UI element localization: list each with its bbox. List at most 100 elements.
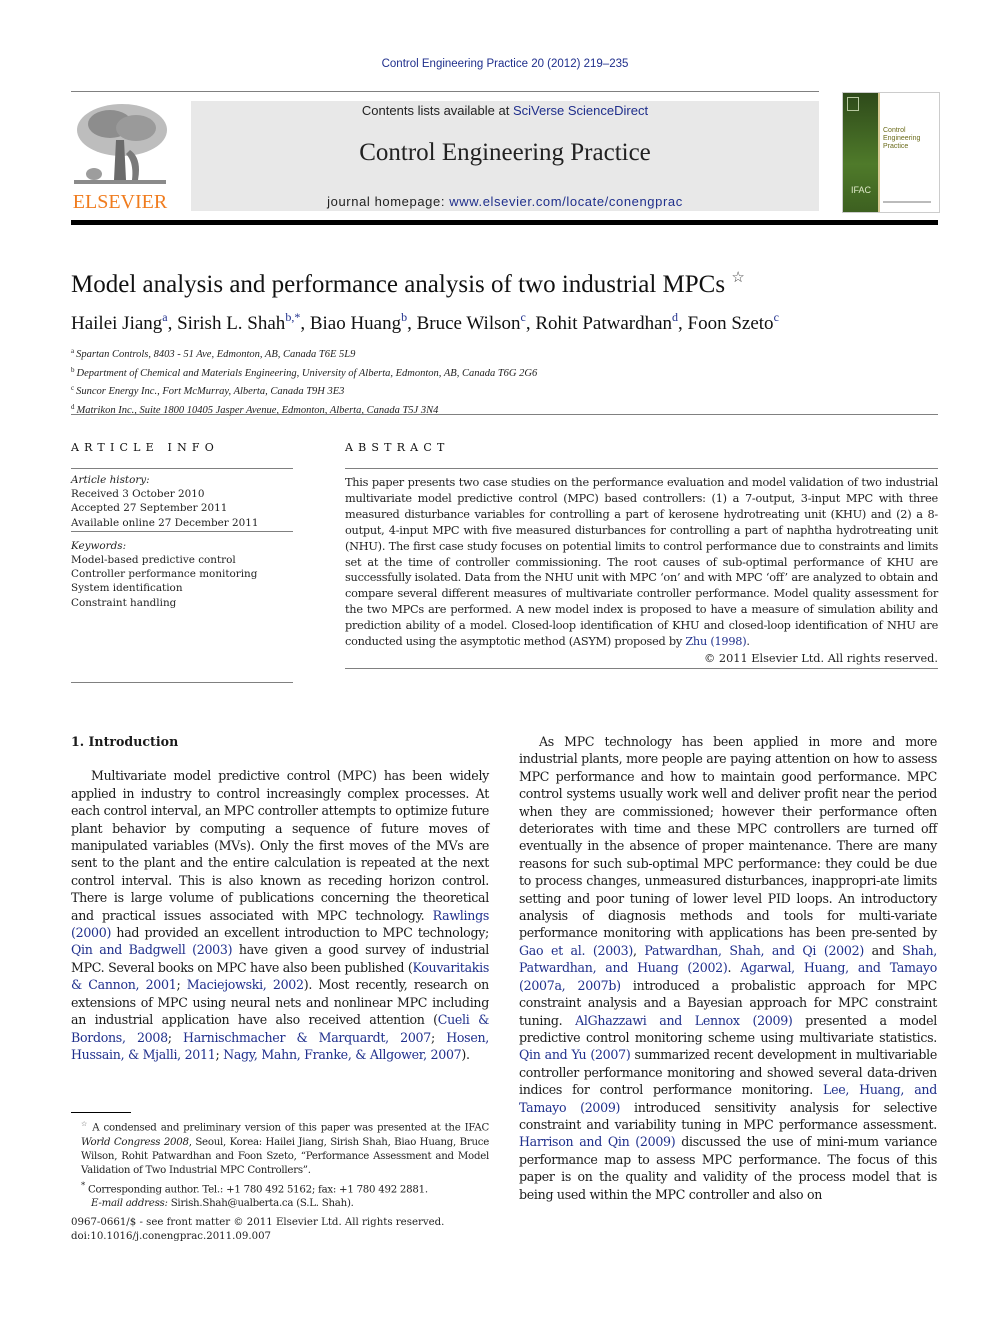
keywords-label: Keywords: — [71, 539, 127, 552]
paragraph-text: ; — [215, 1046, 224, 1062]
affiliation-text: Spartan Controls, 8403 - 51 Ave, Edmonto… — [76, 349, 356, 360]
affiliation: d Matrikon Inc., Suite 1800 10405 Jasper … — [71, 400, 537, 419]
citation-link[interactable]: Patwardhan, Shah, and Qi (2002) — [644, 943, 864, 958]
citation-link[interactable]: Maciejowski, 2002 — [187, 977, 304, 992]
journal-cover-thumbnail[interactable]: IFAC Control Engineering Practice — [842, 92, 940, 213]
cover-title-line: Control — [883, 127, 906, 134]
author-affiliation-mark[interactable]: a — [162, 310, 167, 324]
article-info-heading: ARTICLE INFO — [71, 441, 219, 454]
keyword: Controller performance monitoring — [71, 568, 258, 581]
paragraph-text: ; — [176, 977, 187, 993]
issn-line: 0967-0661/$ - see front matter © 2011 El… — [71, 1217, 445, 1228]
paragraph-text: ). — [461, 1046, 470, 1062]
author-name: Biao Huang — [309, 313, 402, 334]
cover-green-panel: IFAC — [843, 93, 878, 212]
author-name: Hailei Jiang — [71, 313, 163, 334]
affiliation-text: Department of Chemical and Materials Eng… — [76, 367, 538, 379]
journal-banner: Contents lists available at SciVerse Sci… — [191, 101, 819, 211]
paragraph-text: and — [863, 942, 903, 958]
history-online: Available online 27 December 2011 — [71, 516, 259, 529]
cover-title-line: Practice — [883, 143, 909, 150]
keyword: Constraint handling — [71, 596, 177, 609]
abstract: ABSTRACT This paper presents two case st… — [345, 441, 938, 669]
article-title-text: Model analysis and performance analysis … — [71, 271, 726, 298]
author-affiliation-mark[interactable]: c — [521, 310, 526, 324]
abstract-bottom-rule — [345, 667, 938, 669]
sciencedirect-link[interactable]: SciVerse ScienceDirect — [513, 103, 648, 118]
header-thick-rule — [71, 220, 938, 225]
affiliations-rule — [71, 414, 938, 415]
citation-link[interactable]: Nagy, Mahn, Franke, & Allgower, 2007 — [223, 1047, 462, 1062]
star-footnote-mark[interactable]: ☆ — [731, 270, 744, 286]
cover-ifac-badge: IFAC — [851, 185, 872, 195]
footnote-email: E-mail address: Sirish.Shah@ualberta.ca … — [71, 1197, 489, 1211]
paragraph-text: ; — [167, 1029, 184, 1045]
affiliation-text: Suncor Energy Inc., Fort McMurray, Alber… — [76, 386, 345, 398]
issn-doi-block: 0967-0661/$ - see front matter © 2011 El… — [71, 1216, 444, 1245]
body-right-column: As MPC technology has been applied in mo… — [519, 733, 937, 1203]
history-accepted: Accepted 27 September 2011 — [71, 502, 228, 515]
citation-link[interactable]: Qin and Badgwell (2003) — [71, 942, 233, 957]
affiliation: c Suncor Energy Inc., Fort McMurray, Albe… — [71, 381, 537, 400]
citation-link[interactable]: Harrison and Qin (2009) — [519, 1134, 676, 1149]
affiliation-mark: c — [71, 384, 75, 393]
citation-link[interactable]: Harnischmacher & Marquardt, 2007 — [183, 1030, 431, 1045]
author-name: Bruce Wilson — [416, 313, 521, 334]
citation-link[interactable]: Zhu (1998) — [685, 635, 746, 648]
citation-link[interactable]: AlGhazzawi and Lennox (2009) — [575, 1013, 793, 1028]
author-affiliation-mark[interactable]: b,* — [285, 310, 300, 324]
homepage-prefix: journal homepage: — [327, 194, 450, 209]
body-left-column: 1. Introduction Multivariate model predi… — [71, 733, 489, 1063]
running-head[interactable]: Control Engineering Practice 20 (2012) 2… — [0, 58, 992, 70]
author-name: Sirish L. Shah — [177, 313, 286, 334]
footnotes: ☆ A condensed and preliminary version of… — [71, 1117, 489, 1212]
citation-link[interactable]: Gao et al. (2003) — [519, 943, 633, 958]
author-affiliation-mark[interactable]: d — [672, 310, 678, 324]
affiliation: b Department of Chemical and Materials En… — [71, 363, 537, 382]
email-value[interactable]: Sirish.Shah@ualberta.ca (S.L. Shah). — [168, 1198, 354, 1209]
author-affiliation-mark[interactable]: c — [774, 310, 779, 324]
cover-logo-box — [847, 97, 859, 111]
cover-title: Control Engineering Practice — [883, 127, 920, 151]
intro-paragraph-1: Multivariate model predictive control (M… — [71, 767, 489, 1063]
abstract-rule — [345, 468, 938, 469]
abstract-copyright: © 2011 Elsevier Ltd. All rights reserved… — [704, 651, 938, 665]
keyword: System identification — [71, 582, 183, 595]
info-rule — [71, 468, 293, 469]
footnote-italic: World Congress 2008 — [81, 1136, 189, 1148]
author-affiliation-mark[interactable]: b — [401, 310, 407, 324]
header-top-rule — [71, 91, 819, 92]
abstract-heading: ABSTRACT — [345, 441, 450, 454]
elsevier-logo[interactable]: ELSEVIER — [70, 100, 170, 212]
paragraph-text: Multivariate model predictive control (M… — [71, 768, 489, 923]
author-name: Rohit Patwardhan — [535, 313, 673, 334]
citation-link[interactable]: Qin and Yu (2007) — [519, 1047, 631, 1062]
affiliation-mark: a — [71, 347, 75, 355]
cover-title-line: Engineering — [883, 135, 921, 142]
doi-line[interactable]: doi:10.1016/j.conengprac.2011.09.007 — [71, 1230, 444, 1244]
elsevier-tree-icon — [70, 100, 170, 188]
author-name: Foon Szeto — [687, 313, 774, 334]
journal-title: Control Engineering Practice — [359, 139, 651, 166]
section-heading-introduction: 1. Introduction — [71, 734, 179, 749]
contents-line: Contents lists available at SciVerse Sci… — [191, 103, 819, 118]
paragraph-text: had provided an excellent introduction t… — [111, 925, 489, 941]
article-title: Model analysis and performance analysis … — [71, 268, 745, 299]
paragraph-text: . — [727, 960, 741, 976]
homepage-link[interactable]: www.elsevier.com/locate/conengprac — [449, 194, 683, 209]
paragraph-text: ; — [430, 1029, 447, 1045]
paragraph-text: As MPC technology has been applied in mo… — [519, 734, 937, 941]
homepage-line: journal homepage: www.elsevier.com/locat… — [191, 194, 819, 209]
intro-paragraph-2: As MPC technology has been applied in mo… — [519, 733, 937, 1203]
author-list: Hailei Jianga, Sirish L. Shahb,*, Biao H… — [71, 310, 779, 334]
footnote-text: A condensed and preliminary version of t… — [88, 1122, 489, 1134]
footnote-corresponding: * Corresponding author. Tel.: +1 780 492… — [71, 1179, 489, 1198]
elsevier-wordmark: ELSEVIER — [72, 191, 168, 213]
abstract-text: This paper presents two case studies on … — [345, 475, 938, 650]
cover-footer-bar — [883, 201, 931, 203]
footnote-rule — [71, 1112, 131, 1113]
paragraph-text: , — [632, 942, 645, 958]
affiliation-mark: b — [71, 365, 75, 374]
abstract-body: This paper presents two case studies on … — [345, 476, 938, 649]
affiliation-mark: d — [71, 402, 75, 411]
